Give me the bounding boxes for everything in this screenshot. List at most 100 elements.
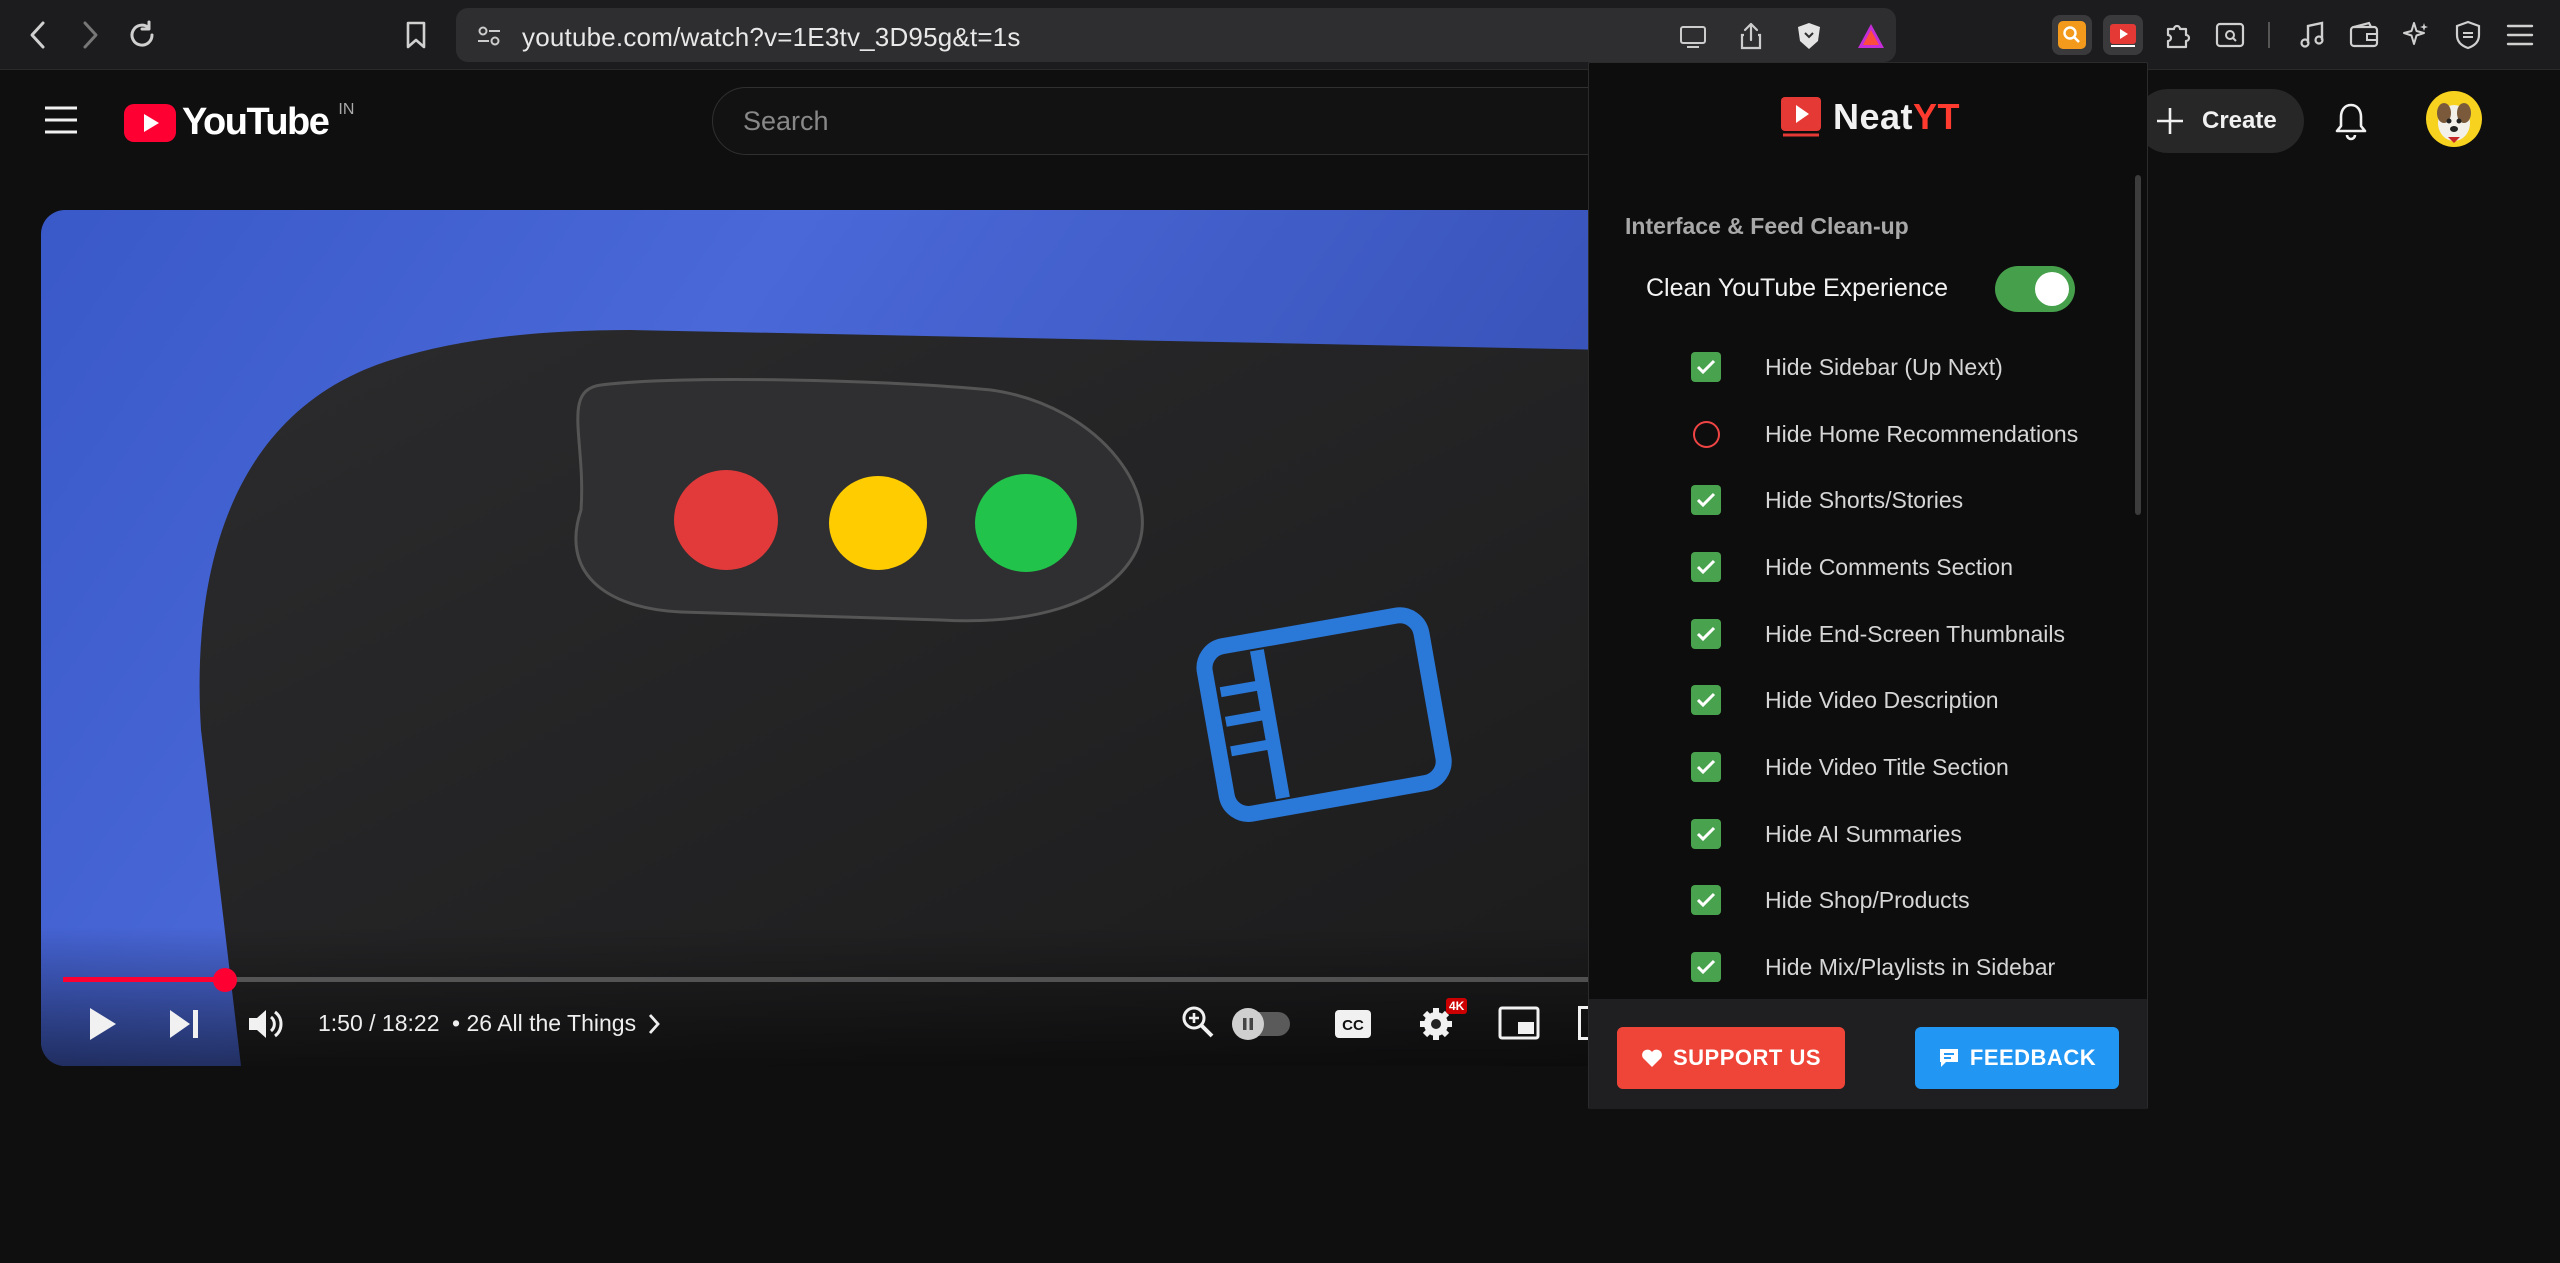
theater-mode-icon[interactable] xyxy=(1578,1006,1588,1040)
chat-bubble-icon xyxy=(1939,1049,1958,1067)
neatyt-logo-icon xyxy=(1781,97,1821,137)
miniplayer-icon[interactable] xyxy=(1498,1006,1540,1040)
pause-icon xyxy=(1232,1008,1264,1040)
search-input[interactable]: Search xyxy=(743,106,829,137)
checkbox-checked-icon[interactable] xyxy=(1691,819,1721,849)
hamburger-menu-icon[interactable] xyxy=(42,105,82,135)
cast-icon[interactable] xyxy=(1678,21,1708,51)
notifications-bell-icon[interactable] xyxy=(2334,101,2368,141)
option-label: Hide Shop/Products xyxy=(1765,887,1970,913)
logo-yt: YT xyxy=(1913,96,1961,137)
toggle-knob xyxy=(2035,272,2069,306)
brave-shields-icon[interactable] xyxy=(1794,21,1824,51)
checkbox-checked-icon[interactable] xyxy=(1691,752,1721,782)
support-us-button[interactable]: SUPPORT US xyxy=(1617,1027,1845,1089)
zoom-icon[interactable] xyxy=(1180,1004,1216,1040)
option-label: Hide Video Title Section xyxy=(1765,754,2009,780)
feedback-button[interactable]: FEEDBACK xyxy=(1915,1027,2119,1089)
option-hide-comments[interactable]: Hide Comments Section xyxy=(1589,537,2129,597)
checkbox-checked-icon[interactable] xyxy=(1691,619,1721,649)
option-label: Hide Sidebar (Up Next) xyxy=(1765,354,2003,380)
site-settings-icon[interactable] xyxy=(474,21,504,51)
option-label: Hide Video Description xyxy=(1765,687,1999,713)
youtube-logo[interactable]: YouTube IN xyxy=(124,101,354,144)
youtube-logo-text: YouTube xyxy=(182,101,330,143)
browser-menu-icon[interactable] xyxy=(2500,15,2540,55)
music-icon[interactable] xyxy=(2292,15,2332,55)
checkbox-checked-icon[interactable] xyxy=(1691,885,1721,915)
region-label: IN xyxy=(338,101,355,118)
wallet-icon[interactable] xyxy=(2344,15,2384,55)
reader-mode-icon[interactable] xyxy=(2210,15,2250,55)
url-text[interactable]: youtube.com/watch?v=1E3tv_3D95g&t=1s xyxy=(522,22,1021,53)
checkbox-checked-icon[interactable] xyxy=(1691,952,1721,982)
progress-scrubber[interactable] xyxy=(213,968,237,992)
share-icon[interactable] xyxy=(1736,21,1766,51)
youtube-masthead: YouTube IN Search Create xyxy=(0,71,2560,171)
forward-button[interactable] xyxy=(70,15,110,55)
quality-badge: 4K xyxy=(1446,998,1468,1014)
option-label: Hide Comments Section xyxy=(1765,554,2013,580)
unchecked-circle-icon[interactable] xyxy=(1693,421,1720,448)
feedback-label: FEEDBACK xyxy=(1969,1045,2097,1070)
popup-footer: SUPPORT US FEEDBACK xyxy=(1589,999,2147,1109)
option-hide-ai-summaries[interactable]: Hide AI Summaries xyxy=(1589,804,2129,864)
neatyt-popup: NeatYT Interface & Feed Clean-up Clean Y… xyxy=(1588,62,2148,1109)
create-button[interactable]: Create xyxy=(2136,89,2304,153)
back-button[interactable] xyxy=(18,15,58,55)
heart-icon xyxy=(1642,1049,1662,1067)
master-toggle-label: Clean YouTube Experience xyxy=(1646,274,1949,302)
svg-text:CC: CC xyxy=(1342,1017,1364,1034)
extensions-puzzle-icon[interactable] xyxy=(2158,15,2198,55)
reload-button[interactable] xyxy=(122,15,162,55)
video-controls-gradient xyxy=(41,926,1611,1066)
bookmark-icon[interactable] xyxy=(396,15,436,55)
checkbox-checked-icon[interactable] xyxy=(1691,485,1721,515)
leo-ai-icon[interactable] xyxy=(2396,15,2436,55)
plus-icon xyxy=(2157,108,2183,134)
option-label: Hide Home Recommendations xyxy=(1765,421,2079,447)
chevron-right-icon[interactable] xyxy=(646,1012,662,1036)
option-hide-mix-playlists[interactable]: Hide Mix/Playlists in Sidebar xyxy=(1589,937,2129,997)
chapter-title[interactable]: • 26 All the Things xyxy=(452,1010,636,1037)
vpn-shield-icon[interactable] xyxy=(2448,15,2488,55)
option-hide-shorts[interactable]: Hide Shorts/Stories xyxy=(1589,470,2129,530)
neatyt-title: NeatYT xyxy=(1833,96,1960,138)
neatyt-extension-icon[interactable] xyxy=(2103,15,2143,55)
play-button[interactable] xyxy=(84,1004,120,1044)
captions-icon[interactable]: CC xyxy=(1333,1008,1373,1040)
option-hide-end-screen[interactable]: Hide End-Screen Thumbnails xyxy=(1589,604,2129,664)
popup-scrollbar[interactable] xyxy=(2135,175,2141,515)
option-hide-description[interactable]: Hide Video Description xyxy=(1589,670,2129,730)
logo-neat: Neat xyxy=(1833,96,1914,137)
option-label: Hide Mix/Playlists in Sidebar xyxy=(1765,954,2056,980)
next-button[interactable] xyxy=(166,1006,202,1042)
support-label: SUPPORT US xyxy=(1672,1045,1822,1070)
toolbar-divider xyxy=(2268,22,2270,48)
create-label: Create xyxy=(2202,107,2277,134)
option-hide-home-recommendations[interactable]: Hide Home Recommendations xyxy=(1589,404,2129,464)
option-hide-sidebar[interactable]: Hide Sidebar (Up Next) xyxy=(1589,337,2129,397)
browser-toolbar: youtube.com/watch?v=1E3tv_3D95g&t=1s xyxy=(0,0,2560,70)
progress-played xyxy=(63,977,225,982)
autoplay-toggle[interactable] xyxy=(1232,1008,1290,1040)
section-title: Interface & Feed Clean-up xyxy=(1625,213,1909,239)
video-player[interactable] xyxy=(41,210,1611,1066)
search-extension-icon[interactable] xyxy=(2052,15,2092,55)
option-label: Hide AI Summaries xyxy=(1765,821,1962,847)
checkbox-checked-icon[interactable] xyxy=(1691,352,1721,382)
avatar[interactable] xyxy=(2426,91,2482,147)
brave-rewards-icon[interactable] xyxy=(1856,21,1886,51)
search-box[interactable]: Search xyxy=(712,87,1612,155)
option-hide-title-section[interactable]: Hide Video Title Section xyxy=(1589,737,2129,797)
time-display: 1:50 / 18:22 xyxy=(318,1010,440,1036)
option-hide-shop[interactable]: Hide Shop/Products xyxy=(1589,870,2129,930)
checkbox-checked-icon[interactable] xyxy=(1691,552,1721,582)
clean-experience-toggle[interactable] xyxy=(1995,266,2075,312)
progress-bar[interactable] xyxy=(63,977,1593,982)
volume-button[interactable] xyxy=(246,1004,286,1044)
address-bar[interactable]: youtube.com/watch?v=1E3tv_3D95g&t=1s xyxy=(456,8,1896,62)
neatyt-logo: NeatYT xyxy=(1779,93,1960,141)
option-label: Hide Shorts/Stories xyxy=(1765,487,1964,513)
checkbox-checked-icon[interactable] xyxy=(1691,685,1721,715)
